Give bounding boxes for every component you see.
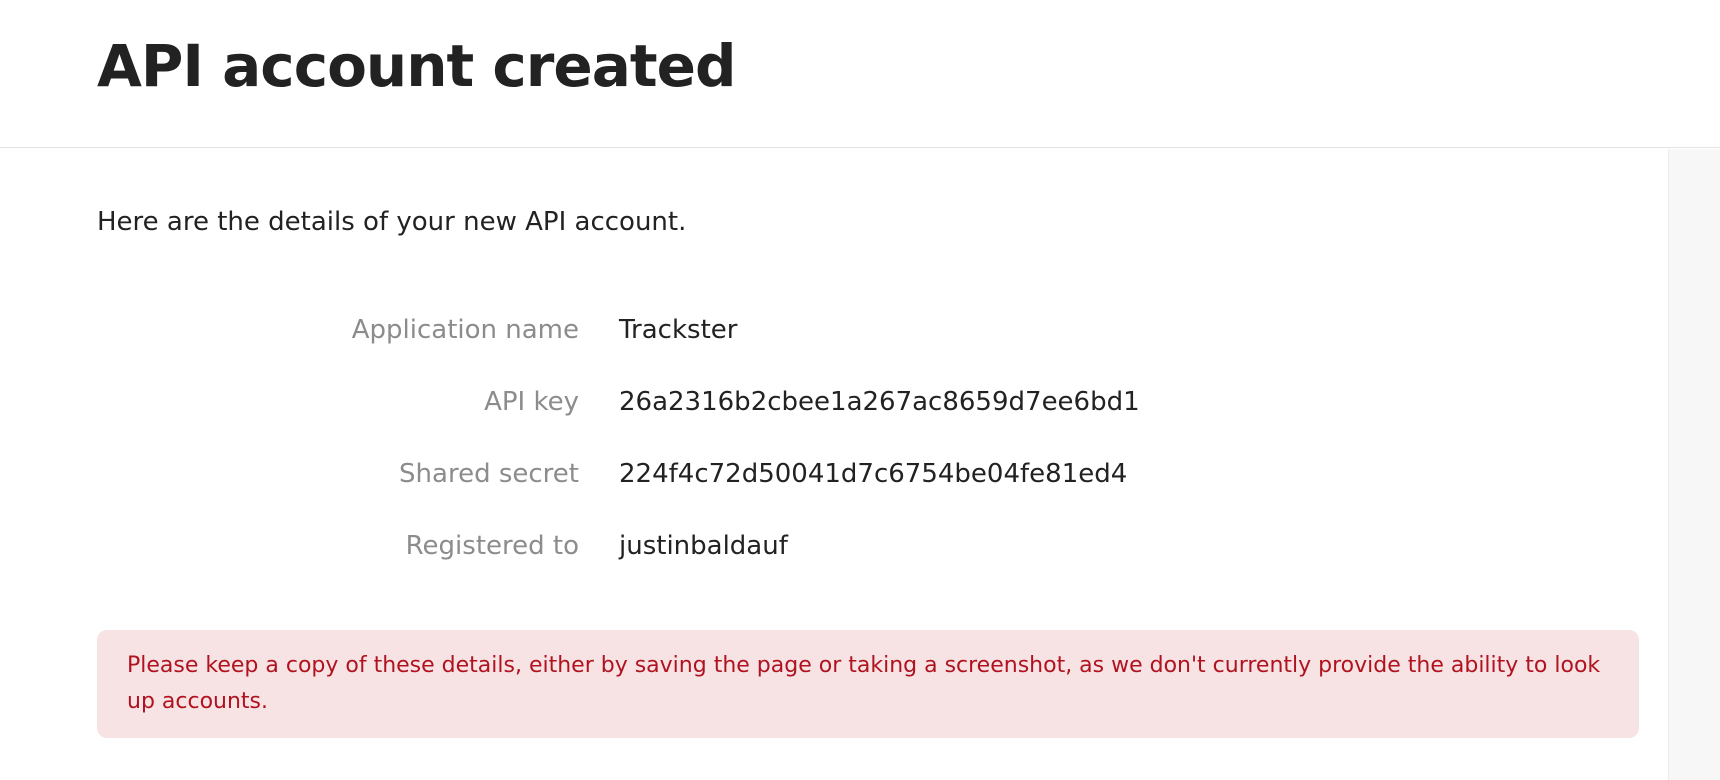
detail-value-api-key: 26a2316b2cbee1a267ac8659d7ee6bd1 [619,387,1140,417]
detail-row-api-key: API key 26a2316b2cbee1a267ac8659d7ee6bd1 [0,380,1668,452]
account-details-list: Application name Trackster API key 26a23… [0,308,1668,596]
detail-value-registered-to: justinbaldauf [619,531,788,561]
detail-value-application-name: Trackster [619,315,738,345]
detail-row-application-name: Application name Trackster [0,308,1668,380]
detail-label-api-key: API key [484,387,579,417]
detail-row-registered-to: Registered to justinbaldauf [0,524,1668,596]
detail-label-registered-to: Registered to [405,531,579,561]
page-title: API account created [97,32,736,100]
right-sidebar-rail [1668,149,1720,780]
intro-text: Here are the details of your new API acc… [97,207,687,237]
detail-row-shared-secret: Shared secret 224f4c72d50041d7c6754be04f… [0,452,1668,524]
detail-value-shared-secret: 224f4c72d50041d7c6754be04fe81ed4 [619,459,1128,489]
detail-label-shared-secret: Shared secret [399,459,579,489]
warning-alert-text: Please keep a copy of these details, eit… [127,653,1601,714]
page: API account created Here are the details… [0,0,1720,780]
warning-alert: Please keep a copy of these details, eit… [97,630,1639,738]
page-header: API account created [0,0,1720,148]
detail-label-application-name: Application name [351,315,579,345]
